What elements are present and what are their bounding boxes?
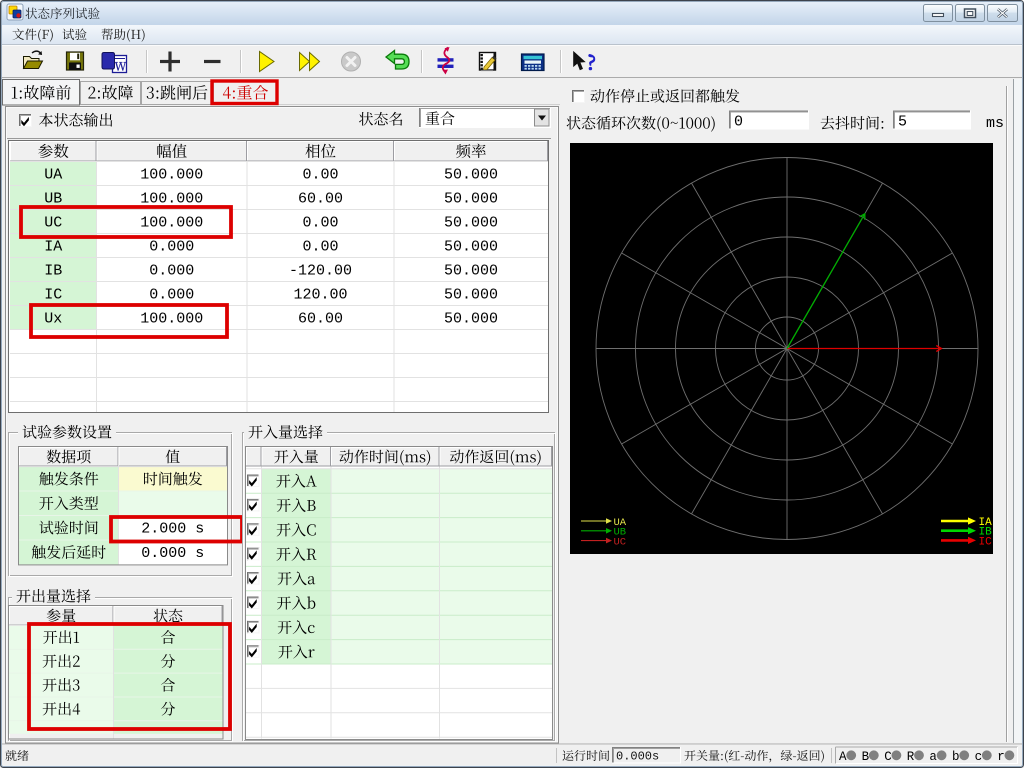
- svg-text:50.000: 50.000: [444, 191, 498, 208]
- svg-text:50.000: 50.000: [444, 263, 498, 280]
- svg-text:50.000: 50.000: [444, 239, 498, 256]
- svg-text:0.000: 0.000: [149, 263, 194, 280]
- svg-text:R: R: [907, 750, 915, 764]
- svg-text:100.000: 100.000: [140, 215, 203, 232]
- svg-text:IC: IC: [979, 536, 993, 548]
- svg-text:Ux: Ux: [44, 311, 62, 328]
- svg-text:UC: UC: [614, 536, 627, 548]
- svg-text:50.000: 50.000: [444, 215, 498, 232]
- svg-text:100.000: 100.000: [140, 191, 203, 208]
- svg-text:UB: UB: [44, 191, 62, 208]
- svg-text:UA: UA: [44, 167, 62, 184]
- svg-text:5: 5: [898, 114, 907, 131]
- svg-text:0.000s: 0.000s: [616, 750, 659, 764]
- svg-text:-120.00: -120.00: [289, 263, 352, 280]
- svg-text:B: B: [862, 750, 870, 764]
- svg-text:60.00: 60.00: [298, 191, 343, 208]
- svg-text:c: c: [975, 750, 983, 764]
- svg-text:ms: ms: [986, 115, 1004, 132]
- svg-text:UC: UC: [44, 215, 62, 232]
- svg-text:100.000: 100.000: [140, 167, 203, 184]
- svg-text:0.00: 0.00: [302, 167, 338, 184]
- svg-text:2.000 s: 2.000 s: [141, 521, 204, 538]
- svg-text:0.000: 0.000: [149, 239, 194, 256]
- svg-text:IB: IB: [44, 263, 62, 280]
- svg-text:100.000: 100.000: [140, 311, 203, 328]
- svg-text:IC: IC: [44, 287, 62, 304]
- svg-text:50.000: 50.000: [444, 167, 498, 184]
- svg-text:0: 0: [734, 114, 743, 131]
- svg-text:r: r: [997, 750, 1005, 764]
- svg-text:0.000 s: 0.000 s: [141, 545, 204, 562]
- svg-text:a: a: [929, 750, 937, 764]
- svg-text:0.00: 0.00: [302, 215, 338, 232]
- svg-text:IA: IA: [44, 239, 62, 256]
- svg-text:b: b: [952, 750, 960, 764]
- svg-text:0.00: 0.00: [302, 239, 338, 256]
- svg-text:C: C: [884, 750, 892, 764]
- svg-text:50.000: 50.000: [444, 311, 498, 328]
- svg-text:0.000: 0.000: [149, 287, 194, 304]
- svg-text:60.00: 60.00: [298, 311, 343, 328]
- svg-text:A: A: [839, 750, 847, 764]
- svg-text:120.00: 120.00: [293, 287, 347, 304]
- svg-text:50.000: 50.000: [444, 287, 498, 304]
